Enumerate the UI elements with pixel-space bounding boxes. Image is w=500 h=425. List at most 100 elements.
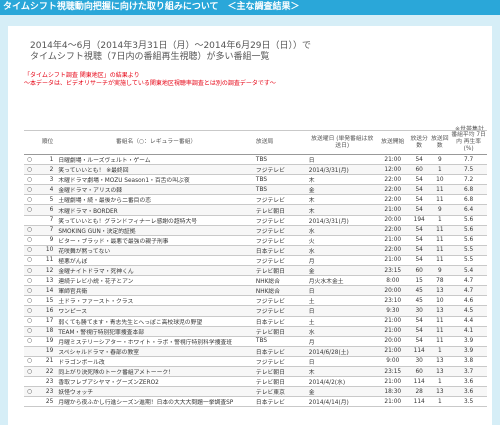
- rank-cell: 4: [35, 184, 58, 196]
- avg-cell: 3.9: [450, 346, 487, 357]
- regular-marker: ○: [24, 255, 36, 267]
- table-row: ○ 11 極悪がんぼ フジテレビ月 21:00 54 11 5.5: [24, 255, 487, 267]
- regular-marker: ○: [24, 356, 36, 367]
- minutes-cell: 54: [408, 326, 430, 337]
- station-cell: 日本テレビ: [254, 316, 308, 327]
- rank-cell: 19: [35, 336, 58, 347]
- program-cell: 月曜ミステリーシアター・ホワイト・ラボ・警視庁特別科学捜査班: [57, 336, 255, 347]
- program-cell: 妖怪ウォッチ: [57, 386, 255, 398]
- table-row: ○ 4 金曜ドラマ・アリスの棘 TBS 金 22:00 54 11 6.8: [24, 184, 487, 196]
- regular-marker: ○: [24, 154, 36, 166]
- program-cell: 月曜から夜ふかし行進シーズン進期！日本の大大大問題一挙調査SP: [57, 396, 255, 408]
- date-cell: 火: [307, 235, 377, 246]
- rank-cell: 16: [35, 305, 58, 317]
- table-row: ○ 2 笑っていいとも！ ※最終回 フジテレビ 2014/3/31(月) 12:00 60 1…: [24, 164, 487, 176]
- rank-cell: 10: [35, 245, 58, 256]
- table-row: ○ 15 土ドラ・ファースト・クラス フジテレビ土 23:10 45 10 4.6: [24, 295, 487, 307]
- minutes-cell: 60: [408, 366, 430, 378]
- rank-cell: 7: [35, 225, 58, 236]
- count-cell: 13: [429, 356, 451, 367]
- minutes-cell: 30: [408, 356, 430, 367]
- minutes-cell: 54: [408, 174, 430, 186]
- source-note-line1: 「タイムシフト調査 関東地区」の結果より: [24, 72, 140, 79]
- avg-cell: 5.6: [450, 225, 487, 236]
- regular-marker: [24, 376, 36, 388]
- minutes-cell: 54: [408, 336, 430, 347]
- table-row: ○ 12 金曜ナイトドラマ・死神くん テレビ朝日金 23:15 60 9 5.4: [24, 265, 487, 277]
- count-cell: 11: [429, 336, 451, 347]
- regular-marker: ○: [24, 366, 36, 378]
- count-cell: 11: [429, 235, 451, 246]
- regular-marker: ○: [24, 265, 36, 277]
- avg-cell: 3.8: [450, 356, 487, 367]
- avg-cell: 4.7: [450, 275, 487, 287]
- regular-marker: [24, 396, 36, 408]
- program-cell: 笑っていいとも！グランドフィナーレ感謝の超特大号: [57, 215, 255, 226]
- program-cell: 花咲舞が黙ってない: [57, 245, 255, 256]
- rank-cell: 12: [35, 265, 58, 277]
- count-cell: 10: [429, 174, 451, 186]
- station-cell: テレビ朝日: [254, 204, 308, 216]
- program-cell: スペシャルドラマ・春部の教室: [57, 346, 255, 357]
- avg-cell: 4.7: [450, 285, 487, 297]
- table-header-row: 順位 番組名（○：レギュラー番組） 放送局 放送曜日 (単発番組は放送日) 放送…: [24, 130, 487, 155]
- time-cell: 21:00: [376, 396, 409, 408]
- table-row: ○ 22 同上がり決死隊のトーク番組アメトーーク！ テレビ朝日木 23:15 60 13 3.…: [24, 366, 487, 378]
- regular-marker: ○: [24, 305, 36, 317]
- count-column-header: 放送回数: [429, 130, 451, 155]
- rank-cell: 25: [35, 396, 58, 408]
- regular-marker: ○: [24, 194, 36, 206]
- date-cell: 金: [307, 265, 377, 277]
- date-cell: 木: [307, 204, 377, 216]
- date-cell: 月火水木金土: [307, 275, 377, 287]
- count-cell: 9: [429, 204, 451, 216]
- count-cell: 10: [429, 295, 451, 307]
- rank-cell: 11: [35, 255, 58, 267]
- date-cell: 水: [307, 326, 377, 337]
- program-cell: 同上がり決死隊のトーク番組アメトーーク！: [57, 366, 255, 378]
- date-cell: 木: [307, 366, 377, 378]
- program-cell: 金曜ナイトドラマ・死神くん: [57, 265, 255, 277]
- regular-marker: ○: [24, 245, 36, 256]
- avg-column-header: 番組平均 7日内 再生率(%): [450, 130, 487, 155]
- station-cell: NHK総合: [254, 275, 308, 287]
- regular-marker: ○: [24, 386, 36, 398]
- time-cell: 21:00: [376, 316, 409, 327]
- avg-cell: 5.6: [450, 235, 487, 246]
- regular-marker: ○: [24, 275, 36, 287]
- station-cell: TBS: [254, 336, 308, 347]
- regular-marker: ○: [24, 174, 36, 186]
- program-cell: 連続テレビ小説・花子とアン: [57, 275, 255, 287]
- avg-cell: 5.4: [450, 265, 487, 277]
- date-cell: 月: [307, 336, 377, 347]
- count-cell: 13: [429, 366, 451, 378]
- table-row: ○ 10 花咲舞が黙ってない 日本テレビ水 22:00 54 11 5.5: [24, 245, 487, 256]
- station-cell: テレビ朝日: [254, 326, 308, 337]
- station-cell: フジテレビ: [254, 255, 308, 267]
- program-cell: 日曜劇場・ルーズヴェルト・ゲーム: [57, 154, 255, 166]
- time-cell: 23:10: [376, 295, 409, 307]
- rank-cell: 13: [35, 275, 58, 287]
- date-cell: 土: [307, 316, 377, 327]
- avg-cell: 3.7: [450, 366, 487, 378]
- date-cell: 水: [307, 225, 377, 236]
- scrollbar[interactable]: [492, 26, 500, 425]
- count-cell: 13: [429, 305, 451, 317]
- regular-marker: ○: [24, 295, 36, 307]
- report-title-line2: タイムシフト視聴（7日内の番組再生視聴）が多い番組一覧: [30, 52, 270, 62]
- date-column-header: 放送曜日 (単発番組は放送日): [307, 130, 377, 155]
- table-body: ○ 1 日曜劇場・ルーズヴェルト・ゲーム TBS 日 21:00 54 9 7.7 ○ 2 笑っていい…: [24, 154, 487, 408]
- avg-cell: 6.8: [450, 194, 487, 206]
- station-cell: TBS: [254, 174, 308, 186]
- time-cell: 8:00: [376, 275, 409, 287]
- minutes-cell: 45: [408, 285, 430, 297]
- minutes-cell: 114: [408, 346, 430, 357]
- station-cell: テレビ東京: [254, 386, 308, 398]
- regular-marker: ○: [24, 184, 36, 196]
- ranking-table: 順位 番組名（○：レギュラー番組） 放送局 放送曜日 (単発番組は放送日) 放送…: [24, 130, 487, 408]
- table-row: ○ 23 妖怪ウォッチ テレビ東京金 18:30 28 13 3.6: [24, 386, 487, 398]
- table-row: ○ 1 日曜劇場・ルーズヴェルト・ゲーム TBS 日 21:00 54 9 7.7: [24, 154, 487, 166]
- minutes-column-header: 放送分数: [408, 130, 430, 155]
- time-cell: 9:00: [376, 356, 409, 367]
- date-cell: 2014/3/31(月): [307, 215, 377, 226]
